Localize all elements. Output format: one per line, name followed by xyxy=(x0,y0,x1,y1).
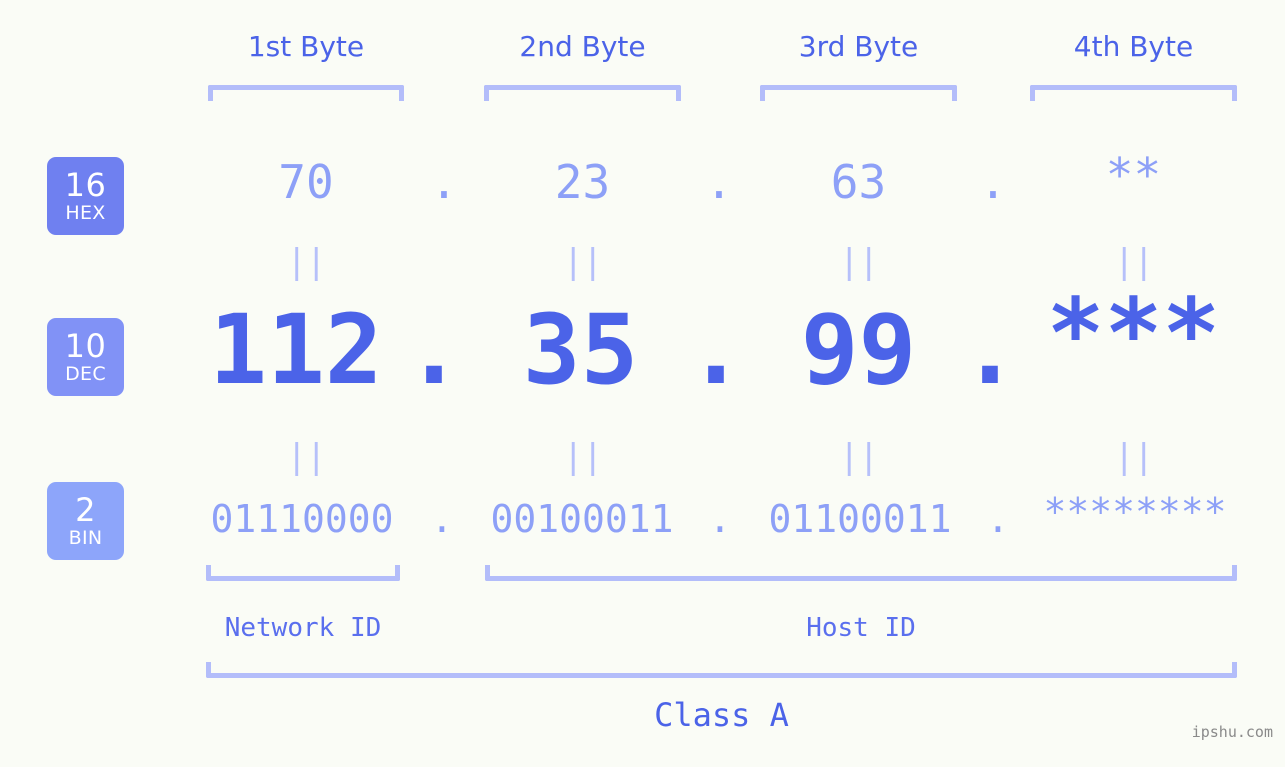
host-id-label: Host ID xyxy=(806,613,916,643)
base-badge-bin-number: 2 xyxy=(75,491,96,529)
hex-separator-1: . xyxy=(430,155,458,209)
hex-separator-3: . xyxy=(979,155,1007,209)
base-badge-dec-name: DEC xyxy=(65,363,106,385)
bin-separator-1: . xyxy=(430,497,454,541)
hex-byte-2: 23 xyxy=(554,155,611,209)
bin-byte-1: 01110000 xyxy=(210,497,394,541)
dec-separator-1: . xyxy=(405,294,463,406)
network-id-bracket xyxy=(206,565,400,581)
bin-byte-4: ******** xyxy=(1043,490,1227,534)
network-id-label: Network ID xyxy=(224,613,382,643)
base-badge-bin-name: BIN xyxy=(68,527,103,549)
bin-byte-3: 01100011 xyxy=(768,497,952,541)
class-label: Class A xyxy=(654,696,789,734)
dec-separator-3: . xyxy=(961,294,1019,406)
hex-byte-4: ** xyxy=(1105,148,1162,202)
byte-bracket-4 xyxy=(1030,85,1237,101)
equals-hex-dec-4: || xyxy=(1114,242,1154,282)
dec-byte-3: 99 xyxy=(800,294,917,406)
equals-hex-dec-3: || xyxy=(839,242,879,282)
dec-separator-2: . xyxy=(687,294,745,406)
base-badge-dec: 10 DEC xyxy=(47,318,124,396)
byte-header-3: 3rd Byte xyxy=(798,30,919,63)
equals-hex-dec-1: || xyxy=(286,242,327,282)
equals-hex-dec-2: || xyxy=(563,242,603,282)
class-bracket xyxy=(206,662,1237,678)
equals-dec-bin-4: || xyxy=(1114,437,1154,477)
byte-header-4: 4th Byte xyxy=(1073,30,1194,63)
base-badge-hex-name: HEX xyxy=(65,202,106,224)
site-watermark: ipshu.com xyxy=(1191,723,1273,741)
byte-bracket-2 xyxy=(484,85,681,101)
byte-bracket-3 xyxy=(760,85,957,101)
hex-byte-3: 63 xyxy=(830,155,887,209)
base-badge-hex-number: 16 xyxy=(64,166,107,204)
base-badge-bin: 2 BIN xyxy=(47,482,124,560)
dec-byte-4: *** xyxy=(1046,278,1221,390)
bin-byte-2: 00100011 xyxy=(490,497,674,541)
byte-bracket-1 xyxy=(208,85,404,101)
dec-byte-1: 112 xyxy=(209,294,383,406)
bin-separator-3: . xyxy=(986,497,1010,541)
ip-breakdown-diagram: 1st Byte 2nd Byte 3rd Byte 4th Byte 16 H… xyxy=(0,0,1285,767)
equals-dec-bin-2: || xyxy=(563,437,603,477)
hex-separator-2: . xyxy=(705,155,733,209)
byte-header-1: 1st Byte xyxy=(247,30,365,63)
base-badge-dec-number: 10 xyxy=(64,327,107,365)
dec-byte-2: 35 xyxy=(522,294,639,406)
equals-dec-bin-1: || xyxy=(286,437,327,477)
bin-separator-2: . xyxy=(708,497,732,541)
hex-byte-1: 70 xyxy=(278,155,334,209)
host-id-bracket xyxy=(485,565,1237,581)
equals-dec-bin-3: || xyxy=(839,437,879,477)
base-badge-hex: 16 HEX xyxy=(47,157,124,235)
byte-header-2: 2nd Byte xyxy=(519,30,646,63)
